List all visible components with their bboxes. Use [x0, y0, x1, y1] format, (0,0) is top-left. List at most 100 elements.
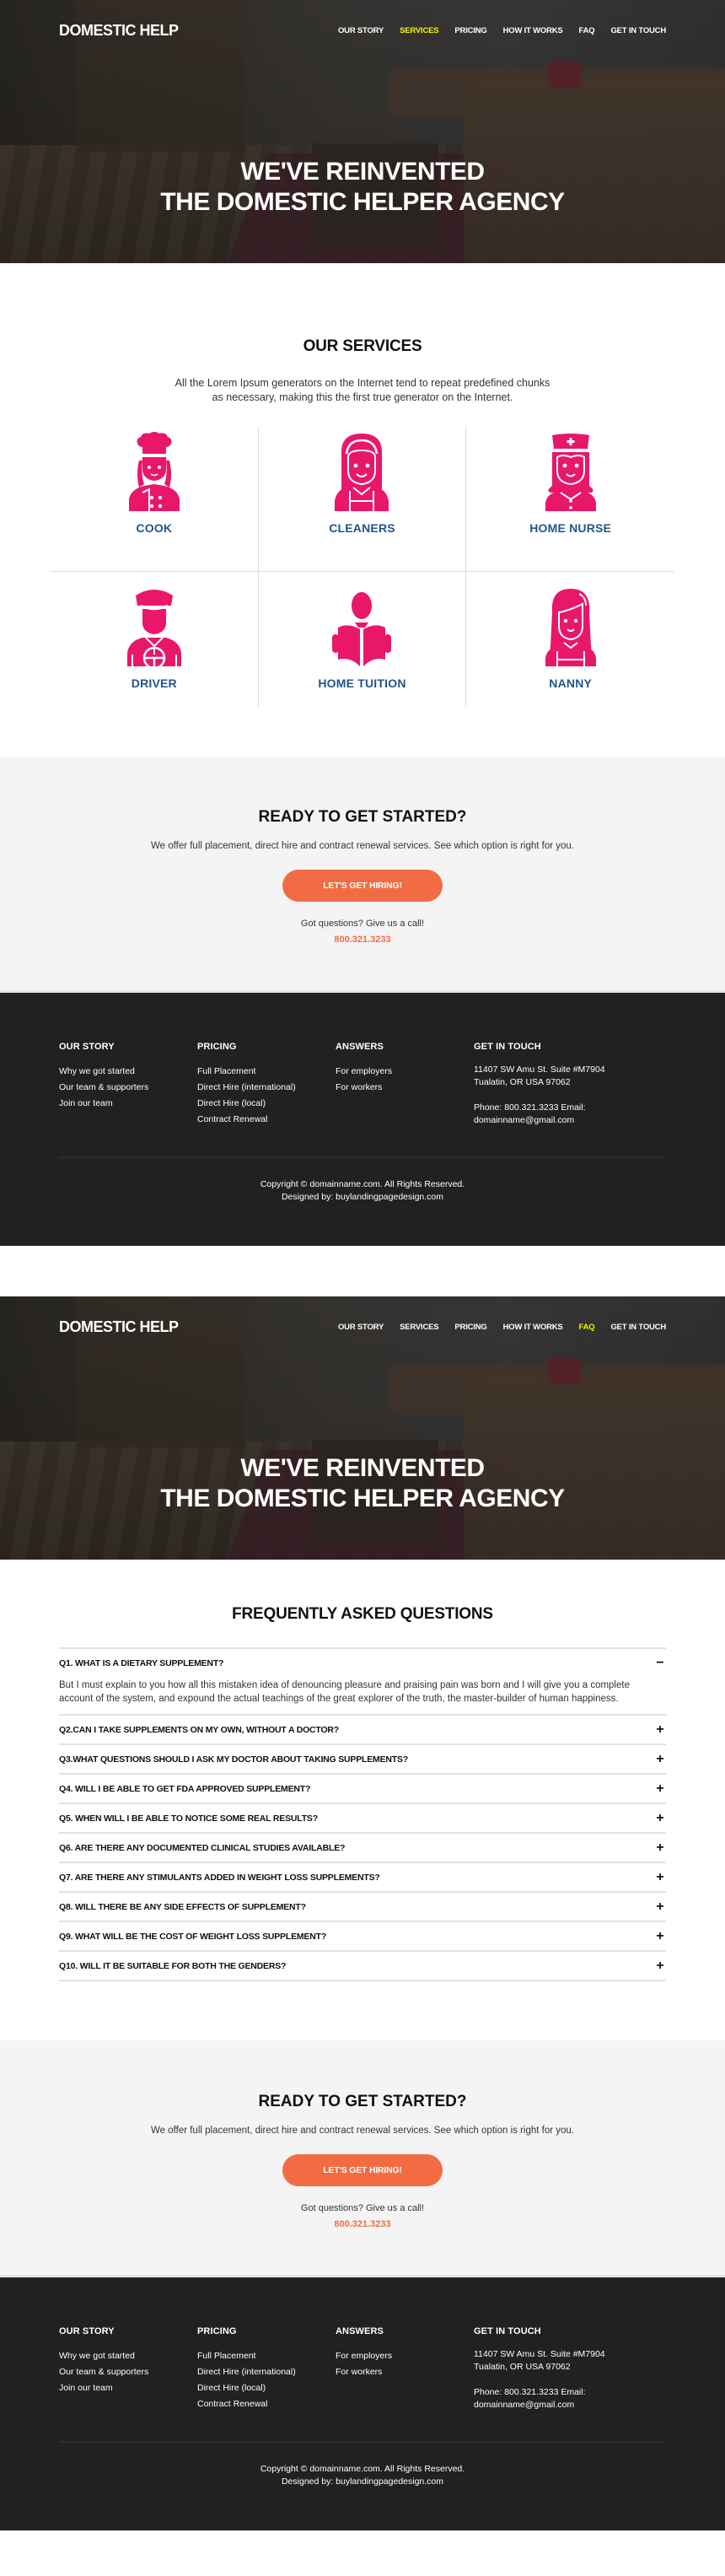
faq-question[interactable]: Q7. ARE THERE ANY STIMULANTS ADDED IN WE…	[59, 1863, 666, 1891]
footer-columns: OUR STORY Why we got started Our team & …	[59, 2326, 666, 2412]
nav-how-it-works[interactable]: HOW IT WORKS	[503, 1323, 563, 1332]
footer-col-answers: ANSWERS For employers For workers	[336, 2326, 474, 2412]
plus-icon[interactable]: +	[654, 1722, 666, 1738]
nav-get-in-touch[interactable]: GET IN TOUCH	[610, 1323, 666, 1332]
faq-question-text: Q2.CAN I TAKE SUPPLEMENTS ON MY OWN, WIT…	[59, 1724, 340, 1735]
faq-question[interactable]: Q9. WHAT WILL BE THE COST OF WEIGHT LOSS…	[59, 1922, 666, 1950]
footer-link[interactable]: For workers	[336, 1080, 474, 1096]
get-hiring-button[interactable]: LET'S GET HIRING!	[282, 2154, 443, 2186]
faq-question[interactable]: Q5. WHEN WILL I BE ABLE TO NOTICE SOME R…	[59, 1804, 666, 1832]
service-card-driver[interactable]: DRIVER	[51, 572, 259, 707]
get-hiring-button[interactable]: LET'S GET HIRING!	[282, 870, 443, 902]
faq-item: Q1. WHAT IS A DIETARY SUPPLEMENT? − But I …	[59, 1649, 666, 1716]
faq-question[interactable]: Q10. WILL IT BE SUITABLE FOR BOTH THE GE…	[59, 1952, 666, 1980]
designed-by-link[interactable]: Designed by: buylandingpagedesign.com	[282, 2476, 443, 2487]
top-navigation: DOMESTIC HELP OUR STORY SERVICES PRICING…	[59, 20, 666, 40]
service-card-home-tuition[interactable]: HOME TUITION	[259, 572, 467, 707]
footer-contact: Phone: 800.321.3233 Email: domainname@gm…	[474, 2386, 659, 2412]
footer-phone[interactable]: Phone: 800.321.3233 Email:	[474, 2387, 586, 2397]
footer-link[interactable]: Contract Renewal	[197, 2396, 336, 2412]
footer: OUR STORY Why we got started Our team & …	[0, 993, 725, 1246]
faq-question-text: Q4. WILL I BE ABLE TO GET FDA APPROVED S…	[59, 1783, 311, 1794]
service-card-nanny[interactable]: NANNY	[466, 572, 674, 707]
faq-question[interactable]: Q4. WILL I BE ABLE TO GET FDA APPROVED S…	[59, 1775, 666, 1803]
footer-link[interactable]: Why we got started	[59, 1064, 197, 1080]
service-label: COOK	[136, 521, 173, 535]
faq-question-text: Q1. WHAT IS A DIETARY SUPPLEMENT?	[59, 1657, 224, 1668]
service-label: CLEANERS	[329, 521, 395, 535]
footer-link[interactable]: For workers	[336, 2364, 474, 2380]
hero-title: WE'VE REINVENTED THE DOMESTIC HELPER AGE…	[0, 1453, 725, 1514]
faq-question-text: Q3.WHAT QUESTIONS SHOULD I ASK MY DOCTOR…	[59, 1754, 409, 1765]
footer-link[interactable]: Contract Renewal	[197, 1112, 336, 1128]
service-label: NANNY	[549, 676, 593, 690]
footer-heading: ANSWERS	[336, 2326, 384, 2336]
nav-faq[interactable]: FAQ	[579, 26, 595, 35]
faq-question[interactable]: Q2.CAN I TAKE SUPPLEMENTS ON MY OWN, WIT…	[59, 1716, 666, 1743]
designed-by-link[interactable]: Designed by: buylandingpagedesign.com	[282, 1192, 443, 1202]
plus-icon[interactable]: +	[654, 1781, 666, 1797]
service-label: DRIVER	[131, 676, 177, 690]
faq-question-text: Q5. WHEN WILL I BE ABLE TO NOTICE SOME R…	[59, 1813, 318, 1824]
plus-icon[interactable]: +	[654, 1870, 666, 1885]
hero-banner: DOMESTIC HELP OUR STORY SERVICES PRICING…	[0, 1296, 725, 1560]
footer-email[interactable]: domainname@gmail.com	[474, 2400, 574, 2410]
nav-how-it-works[interactable]: HOW IT WORKS	[503, 26, 563, 35]
footer-link[interactable]: Direct Hire (local)	[197, 2380, 336, 2396]
faq-item: Q9. WHAT WILL BE THE COST OF WEIGHT LOSS…	[59, 1922, 666, 1952]
service-card-cleaners[interactable]: CLEANERS	[258, 427, 467, 572]
service-card-cook[interactable]: COOK	[51, 427, 259, 572]
footer-link[interactable]: Direct Hire (local)	[197, 1096, 336, 1112]
footer-email[interactable]: domainname@gmail.com	[474, 1115, 574, 1125]
nav-services[interactable]: SERVICES	[400, 26, 438, 35]
faq-question[interactable]: Q1. WHAT IS A DIETARY SUPPLEMENT? −	[59, 1649, 666, 1677]
plus-icon[interactable]: +	[654, 1900, 666, 1915]
nav-pricing[interactable]: PRICING	[454, 26, 486, 35]
footer-link[interactable]: Join our team	[59, 2380, 197, 2396]
faq-question[interactable]: Q8. WILL THERE BE ANY SIDE EFFECTS OF SU…	[59, 1893, 666, 1921]
faq-question[interactable]: Q3.WHAT QUESTIONS SHOULD I ASK MY DOCTOR…	[59, 1745, 666, 1773]
footer-link[interactable]: Full Placement	[197, 2348, 336, 2364]
hero-banner: DOMESTIC HELP OUR STORY SERVICES PRICING…	[0, 0, 725, 263]
plus-icon[interactable]: +	[654, 1929, 666, 1944]
footer-col-pricing: PRICING Full Placement Direct Hire (inte…	[197, 2326, 336, 2412]
faq-question[interactable]: Q6. ARE THERE ANY DOCUMENTED CLINICAL ST…	[59, 1834, 666, 1862]
cta-phone-link[interactable]: 800.321.3233	[0, 935, 725, 945]
minus-icon[interactable]: −	[654, 1656, 666, 1671]
faq-question-text: Q6. ARE THERE ANY DOCUMENTED CLINICAL ST…	[59, 1842, 346, 1853]
footer-link[interactable]: Join our team	[59, 1096, 197, 1112]
site-logo[interactable]: DOMESTIC HELP	[59, 1318, 179, 1336]
footer-link[interactable]: Full Placement	[197, 1064, 336, 1080]
footer-phone[interactable]: Phone: 800.321.3233 Email:	[474, 1102, 586, 1113]
plus-icon[interactable]: +	[654, 1811, 666, 1826]
faq-question-text: Q7. ARE THERE ANY STIMULANTS ADDED IN WE…	[59, 1872, 380, 1883]
footer-heading: PRICING	[197, 1042, 237, 1052]
service-card-home-nurse[interactable]: HOME NURSE	[466, 427, 674, 572]
footer-col-get-in-touch: GET IN TOUCH 11407 SW Amu St. Suite #M79…	[474, 2326, 659, 2412]
plus-icon[interactable]: +	[654, 1840, 666, 1856]
footer-link[interactable]: Direct Hire (international)	[197, 1080, 336, 1096]
nav-faq[interactable]: FAQ	[579, 1323, 595, 1332]
hero-title-line-1: WE'VE REINVENTED	[240, 158, 485, 186]
footer-link[interactable]: Direct Hire (international)	[197, 2364, 336, 2380]
nav-our-story[interactable]: OUR STORY	[338, 26, 384, 35]
footer-link[interactable]: For employers	[336, 1064, 474, 1080]
plus-icon[interactable]: +	[654, 1752, 666, 1767]
footer-heading: OUR STORY	[59, 1042, 115, 1052]
hero-title-line-2: THE DOMESTIC HELPER AGENCY	[160, 188, 565, 216]
site-logo[interactable]: DOMESTIC HELP	[59, 22, 179, 40]
cta-title: READY TO GET STARTED?	[258, 808, 467, 826]
footer-link[interactable]: For employers	[336, 2348, 474, 2364]
footer-divider	[59, 1156, 666, 1158]
faq-item: Q10. WILL IT BE SUITABLE FOR BOTH THE GE…	[59, 1952, 666, 1981]
services-title: OUR SERVICES	[303, 337, 422, 355]
nav-get-in-touch[interactable]: GET IN TOUCH	[610, 26, 666, 35]
plus-icon[interactable]: +	[654, 1959, 666, 1974]
cta-phone-link[interactable]: 800.321.3233	[0, 2219, 725, 2229]
footer-link[interactable]: Our team & supporters	[59, 1080, 197, 1096]
footer-link[interactable]: Why we got started	[59, 2348, 197, 2364]
nav-pricing[interactable]: PRICING	[454, 1323, 486, 1332]
footer-link[interactable]: Our team & supporters	[59, 2364, 197, 2380]
nav-services[interactable]: SERVICES	[400, 1323, 438, 1332]
nav-our-story[interactable]: OUR STORY	[338, 1323, 384, 1332]
